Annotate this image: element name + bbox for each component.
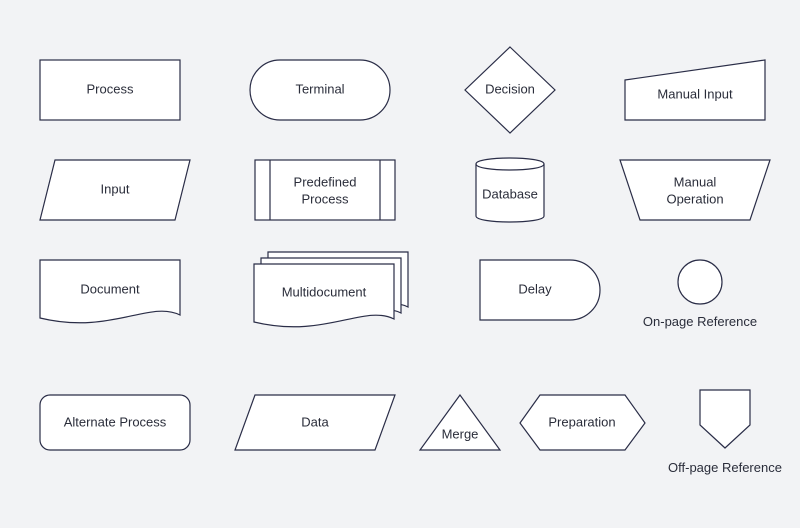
- label-off-page-reference: Off-page Reference: [655, 460, 795, 475]
- label-document: Document: [80, 281, 140, 296]
- shape-delay: Delay: [480, 260, 600, 320]
- shape-decision: Decision: [465, 47, 555, 133]
- shape-process: Process: [40, 60, 180, 120]
- label-process: Process: [87, 81, 134, 96]
- label-input: Input: [101, 181, 130, 196]
- shape-manual-operation: Manual Operation: [620, 160, 770, 220]
- label-delay: Delay: [518, 281, 552, 296]
- label-on-page-reference: On-page Reference: [630, 314, 770, 329]
- label-manual-operation-1: Manual: [674, 174, 717, 189]
- shape-on-page-reference: [678, 260, 722, 304]
- label-preparation: Preparation: [548, 414, 615, 429]
- shape-data: Data: [235, 395, 395, 450]
- flowchart-shapes-diagram: Process Terminal Decision Manual Input I…: [0, 0, 800, 528]
- shape-terminal: Terminal: [250, 60, 390, 120]
- label-decision: Decision: [485, 81, 535, 96]
- label-merge: Merge: [442, 426, 479, 441]
- shape-manual-input: Manual Input: [625, 60, 765, 120]
- label-manual-operation-2: Operation: [666, 191, 723, 206]
- shape-merge: Merge: [420, 395, 500, 450]
- shape-multidocument: Multidocument: [254, 252, 408, 327]
- label-data: Data: [301, 414, 329, 429]
- shape-document: Document: [40, 260, 180, 323]
- shape-off-page-reference: [700, 390, 750, 448]
- shape-predefined-process: Predefined Process: [255, 160, 395, 220]
- label-terminal: Terminal: [295, 81, 344, 96]
- label-multidocument: Multidocument: [282, 284, 367, 299]
- shape-database: Database: [476, 158, 544, 222]
- label-alternate-process: Alternate Process: [64, 414, 167, 429]
- shape-input: Input: [40, 160, 190, 220]
- label-predefined-process-2: Process: [302, 191, 349, 206]
- label-manual-input: Manual Input: [657, 86, 733, 101]
- label-database: Database: [482, 186, 538, 201]
- shape-preparation: Preparation: [520, 395, 645, 450]
- label-predefined-process-1: Predefined: [294, 174, 357, 189]
- shape-alternate-process: Alternate Process: [40, 395, 190, 450]
